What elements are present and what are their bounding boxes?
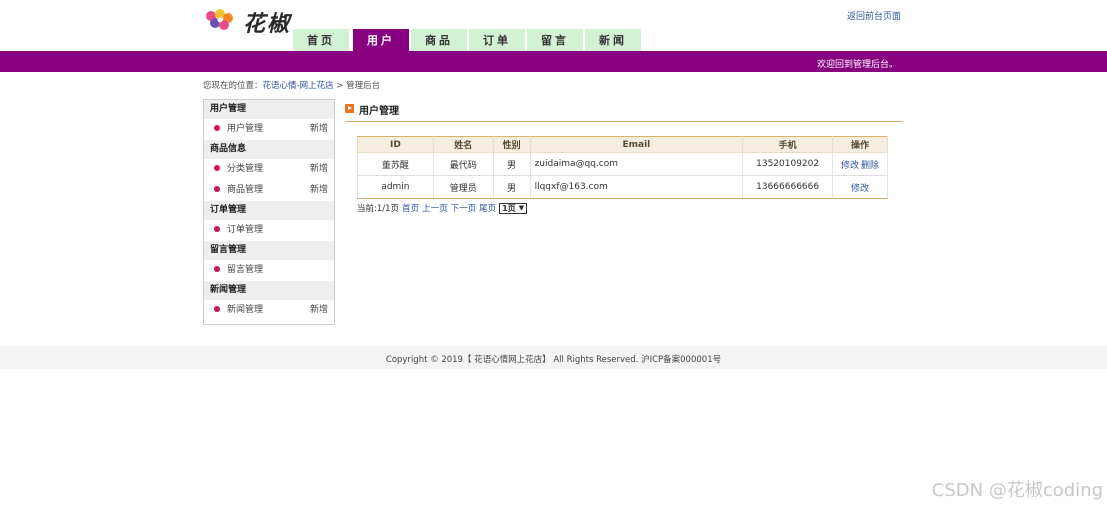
- sidebar-section-news: 新闻管理: [204, 281, 334, 300]
- sidebar-section-users: 用户管理: [204, 100, 334, 119]
- cell-actions: 修改 删除: [832, 152, 888, 176]
- copyright-text: Copyright © 2019【 花语心情网上花店】 All Rights R…: [385, 355, 722, 365]
- col-header-phone: 手机: [742, 136, 834, 153]
- cell-gender: 男: [492, 175, 531, 199]
- tab-users[interactable]: 用户: [353, 29, 409, 51]
- sidebar: 用户管理 用户管理 新增 商品信息 分类管理 新增 商品管理 新增 订单管理 订…: [203, 99, 335, 325]
- page-select-value: 1页: [502, 203, 516, 213]
- pager-last-link[interactable]: 尾页: [479, 202, 496, 214]
- sidebar-section-orders: 订单管理: [204, 201, 334, 220]
- logo[interactable]: 花椒: [203, 6, 293, 37]
- sidebar-item-label[interactable]: 留言管理: [227, 265, 263, 275]
- breadcrumb-home-link[interactable]: 花语心情-网上花店: [263, 81, 334, 91]
- sidebar-item-label[interactable]: 订单管理: [227, 225, 263, 235]
- pager-first-link[interactable]: 首页: [402, 202, 419, 214]
- bullet-icon: [214, 226, 220, 232]
- watermark: CSDN @花椒coding: [931, 480, 1103, 501]
- col-header-actions: 操作: [832, 136, 888, 153]
- main-title-row: 用户管理: [345, 101, 903, 122]
- sidebar-item-label[interactable]: 商品管理: [227, 185, 263, 195]
- tab-home[interactable]: 首页: [293, 29, 349, 51]
- col-header-id: ID: [357, 136, 434, 153]
- sidebar-item-label[interactable]: 用户管理: [227, 124, 263, 134]
- pager-prev-link[interactable]: 上一页: [422, 202, 448, 214]
- edit-link[interactable]: 修改: [851, 184, 869, 194]
- sidebar-section-products: 商品信息: [204, 140, 334, 159]
- page-select[interactable]: 1页 ▼: [499, 202, 528, 214]
- delete-link[interactable]: 删除: [861, 161, 879, 171]
- cell-name: 管理员: [432, 175, 494, 199]
- sidebar-item-message-manage[interactable]: 留言管理: [204, 260, 334, 281]
- cell-actions: 修改: [832, 175, 888, 199]
- cell-id: admin: [357, 175, 434, 199]
- sidebar-item-category-manage[interactable]: 分类管理 新增: [204, 159, 334, 180]
- tab-products[interactable]: 商品: [411, 29, 467, 51]
- nav-tabs: 首页 用户 商品 订单 留言 新闻: [293, 29, 643, 51]
- page-title: 用户管理: [359, 106, 399, 117]
- col-header-name: 姓名: [432, 136, 494, 153]
- bullet-icon: [214, 165, 220, 171]
- table-header-row: ID 姓名 性别 Email 手机 操作: [357, 136, 888, 153]
- add-news-link[interactable]: 新增: [310, 300, 328, 321]
- bullet-icon: [214, 266, 220, 272]
- sidebar-item-order-manage[interactable]: 订单管理: [204, 220, 334, 241]
- sidebar-item-label[interactable]: 新闻管理: [227, 305, 263, 315]
- breadcrumb: 您现在的位置：花语心情-网上花店 > 管理后台: [203, 79, 380, 91]
- tab-news[interactable]: 新闻: [585, 29, 641, 51]
- bullet-icon: [214, 306, 220, 312]
- tab-messages[interactable]: 留言: [527, 29, 583, 51]
- header: 花椒 返回前台页面 首页 用户 商品 订单 留言 新闻 欢迎回到管理后台。: [0, 0, 1107, 72]
- footer: Copyright © 2019【 花语心情网上花店】 All Rights R…: [0, 346, 1107, 369]
- cell-email: zuidaima@qq.com: [529, 152, 744, 176]
- cell-email: llqqxf@163.com: [529, 175, 744, 199]
- welcome-text: 欢迎回到管理后台。: [816, 60, 898, 70]
- cell-name: 最代码: [432, 152, 494, 176]
- table-row: admin 管理员 男 llqqxf@163.com 13666666666 修…: [357, 175, 888, 199]
- sidebar-item-user-manage[interactable]: 用户管理 新增: [204, 119, 334, 140]
- chevron-down-icon: ▼: [518, 204, 525, 212]
- col-header-gender: 性别: [492, 136, 531, 153]
- edit-link[interactable]: 修改: [841, 161, 859, 171]
- sidebar-item-product-manage[interactable]: 商品管理 新增: [204, 180, 334, 201]
- col-header-email: Email: [529, 136, 744, 153]
- sidebar-item-label[interactable]: 分类管理: [227, 164, 263, 174]
- sidebar-section-messages: 留言管理: [204, 241, 334, 260]
- breadcrumb-prefix: 您现在的位置：: [203, 81, 263, 91]
- bullet-icon: [214, 186, 220, 192]
- logo-text: 花椒: [243, 11, 292, 37]
- cell-id: 董苏醒: [357, 152, 434, 176]
- table-row: 董苏醒 最代码 男 zuidaima@qq.com 13520109202 修改…: [357, 152, 888, 176]
- bullet-icon: [214, 125, 220, 131]
- pager-current: 当前:1/1页: [357, 204, 400, 214]
- header-bar: 欢迎回到管理后台。: [0, 51, 1107, 72]
- breadcrumb-current: 管理后台: [346, 81, 381, 91]
- tab-orders[interactable]: 订单: [469, 29, 525, 51]
- pager: 当前:1/1页 首页 上一页 下一页 尾页 1页 ▼: [357, 202, 528, 214]
- flower-logo-icon: [206, 9, 233, 30]
- cell-gender: 男: [492, 152, 531, 176]
- cell-phone: 13520109202: [742, 152, 834, 176]
- pager-next-link[interactable]: 下一页: [451, 202, 477, 214]
- cell-phone: 13666666666: [742, 175, 834, 199]
- return-frontend-link[interactable]: 返回前台页面: [847, 9, 901, 22]
- sidebar-item-news-manage[interactable]: 新闻管理 新增: [204, 300, 334, 321]
- user-table: ID 姓名 性别 Email 手机 操作 董苏醒 最代码 男 zuidaima@…: [357, 136, 888, 199]
- add-product-link[interactable]: 新增: [310, 180, 328, 201]
- add-user-link[interactable]: 新增: [310, 119, 328, 140]
- add-category-link[interactable]: 新增: [310, 159, 328, 180]
- breadcrumb-separator: >: [333, 81, 347, 91]
- arrow-box-icon: [345, 104, 354, 113]
